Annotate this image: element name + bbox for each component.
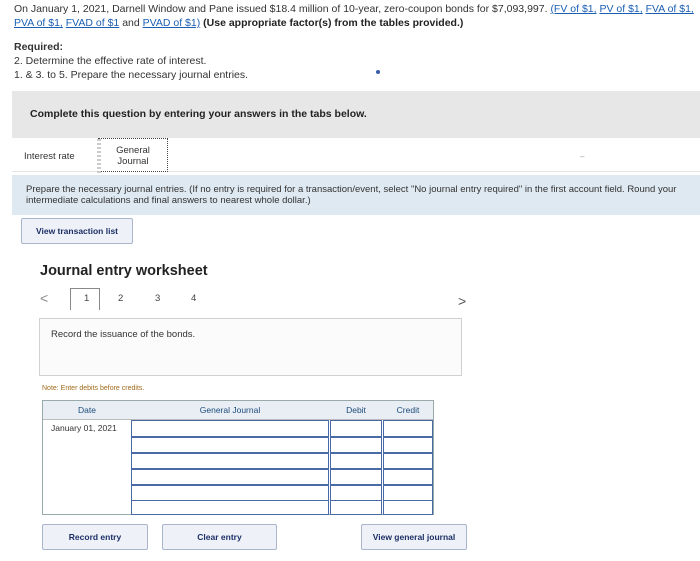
- worksheet-title: Journal entry worksheet: [40, 263, 208, 279]
- required-item-2: 2. Determine the effective rate of inter…: [14, 55, 207, 67]
- fvad-table-link[interactable]: FVAD of $1: [66, 17, 120, 29]
- debit-field[interactable]: [330, 469, 382, 485]
- record-entry-button[interactable]: Record entry: [42, 524, 148, 550]
- fv-table-link[interactable]: (FV of $1,: [550, 3, 596, 15]
- tab-general-journal[interactable]: General Journal: [97, 138, 168, 173]
- account-field[interactable]: [131, 453, 329, 469]
- pvad-table-link[interactable]: PVAD of $1): [143, 17, 201, 29]
- account-field[interactable]: [131, 485, 329, 501]
- account-field[interactable]: [131, 437, 329, 453]
- entry-description: Record the issuance of the bonds.: [39, 318, 462, 376]
- tab-interest-rate[interactable]: Interest rate: [24, 151, 75, 162]
- journal-instructions: Prepare the necessary journal entries. (…: [12, 175, 700, 215]
- header-general-journal: General Journal: [199, 405, 261, 415]
- pv-table-link[interactable]: PV of $1,: [599, 3, 642, 15]
- page-3[interactable]: 3: [155, 293, 160, 304]
- row-date: January 01, 2021: [51, 423, 117, 433]
- tab-bar: Interest rate General Journal –: [12, 138, 700, 173]
- view-transaction-list-button[interactable]: View transaction list: [21, 218, 133, 244]
- page-2[interactable]: 2: [118, 293, 123, 304]
- journal-table: Date General Journal Debit Credit Januar…: [42, 400, 434, 515]
- problem-text: On January 1, 2021, Darnell Window and P…: [14, 3, 548, 15]
- pva-table-link[interactable]: PVA of $1,: [14, 17, 63, 29]
- required-heading: Required:: [14, 41, 64, 53]
- account-field[interactable]: [131, 420, 329, 437]
- debit-field[interactable]: [330, 420, 382, 437]
- credit-field[interactable]: [383, 500, 433, 515]
- credit-field[interactable]: [383, 437, 433, 453]
- credit-field[interactable]: [383, 453, 433, 469]
- complete-question-banner: Complete this question by entering your …: [12, 91, 700, 138]
- required-section: Required: 2. Determine the effective rat…: [14, 40, 248, 82]
- account-field[interactable]: [131, 469, 329, 485]
- debit-field[interactable]: [330, 453, 382, 469]
- cursor-dot: [376, 70, 380, 74]
- page-4[interactable]: 4: [191, 293, 196, 304]
- connector-text: and: [122, 17, 140, 29]
- required-item-1-3-5: 1. & 3. to 5. Prepare the necessary jour…: [14, 69, 249, 81]
- account-field[interactable]: [131, 500, 329, 515]
- clear-entry-button[interactable]: Clear entry: [162, 524, 277, 550]
- page-1[interactable]: 1: [84, 293, 89, 304]
- problem-statement: On January 1, 2021, Darnell Window and P…: [14, 2, 694, 30]
- credit-field[interactable]: [383, 469, 433, 485]
- header-credit: Credit: [396, 405, 420, 415]
- debit-field[interactable]: [330, 437, 382, 453]
- debit-credit-note: Note: Enter debits before credits.: [42, 385, 145, 392]
- debit-field[interactable]: [330, 485, 382, 501]
- tab-general-label-2: Journal: [117, 156, 149, 167]
- view-general-journal-button[interactable]: View general journal: [361, 524, 467, 550]
- header-debit: Debit: [346, 405, 366, 415]
- next-arrow-icon[interactable]: >: [458, 293, 466, 309]
- factor-instruction: (Use appropriate factor(s) from the tabl…: [203, 17, 464, 29]
- debit-field[interactable]: [330, 500, 382, 515]
- tab-general-label-1: General: [116, 145, 150, 156]
- fva-table-link[interactable]: FVA of $1,: [646, 3, 694, 15]
- table-header: Date General Journal Debit Credit: [43, 401, 433, 420]
- credit-field[interactable]: [383, 485, 433, 501]
- header-date: Date: [78, 405, 96, 415]
- tab-divider: [97, 139, 101, 173]
- dash-icon: –: [580, 152, 585, 161]
- previous-arrow-icon[interactable]: <: [40, 290, 48, 306]
- credit-field[interactable]: [383, 420, 433, 437]
